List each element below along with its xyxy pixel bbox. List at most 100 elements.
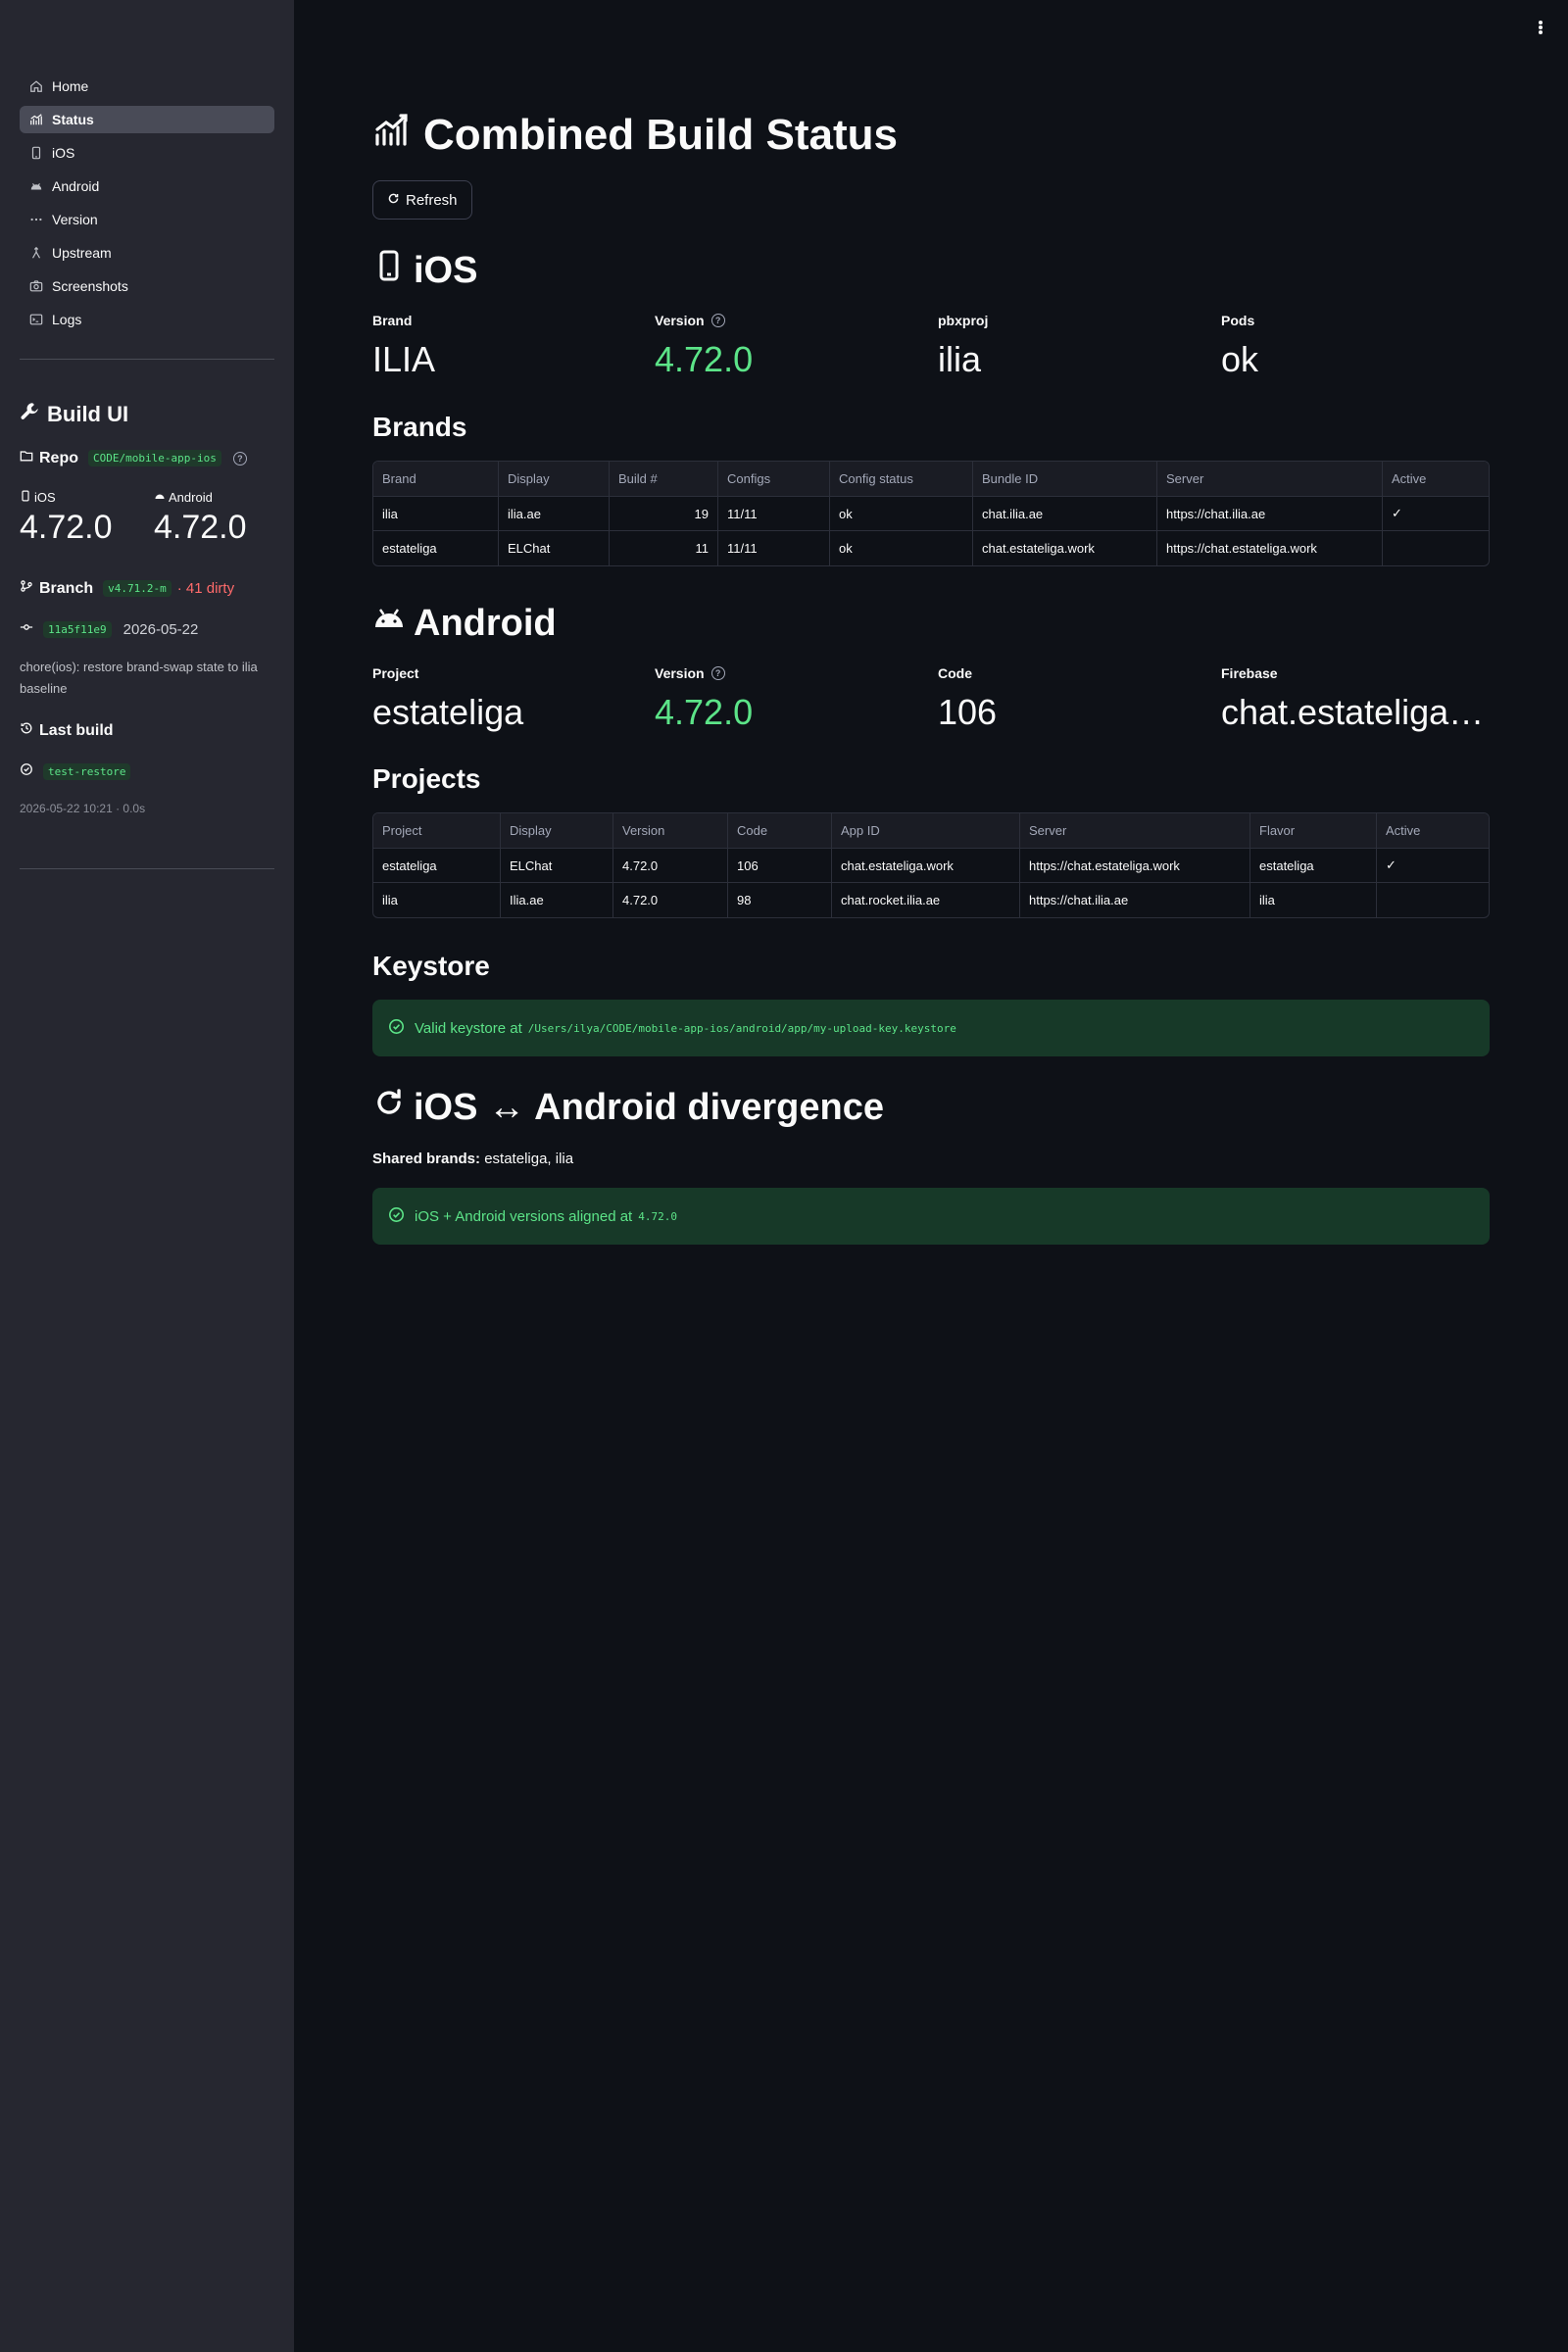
- column-header[interactable]: Flavor: [1250, 813, 1377, 849]
- commit-icon: [20, 620, 39, 639]
- refresh-icon: [387, 192, 406, 209]
- table-cell[interactable]: ilia: [373, 883, 501, 917]
- table-cell[interactable]: ELChat: [499, 531, 610, 565]
- table-cell[interactable]: 11: [610, 531, 718, 565]
- sidebar-item-version[interactable]: Version: [20, 206, 274, 233]
- column-header[interactable]: Configs: [718, 462, 830, 497]
- table-cell[interactable]: [1383, 531, 1489, 565]
- brands-heading: Brands: [372, 412, 467, 442]
- column-header[interactable]: Bundle ID: [973, 462, 1157, 497]
- home-icon: [29, 79, 43, 93]
- table-cell[interactable]: 4.72.0: [613, 883, 728, 917]
- table-cell[interactable]: ✓: [1383, 497, 1489, 531]
- column-header[interactable]: Server: [1157, 462, 1383, 497]
- last-build-name: test-restore: [43, 763, 131, 780]
- refresh-icon: [372, 1086, 414, 1129]
- sidebar-divider: [20, 868, 274, 869]
- main-content: Combined Build Status Refresh iOS Brand …: [294, 0, 1568, 2352]
- table-cell[interactable]: ilia: [373, 497, 499, 531]
- table-cell[interactable]: https://chat.ilia.ae: [1157, 497, 1383, 531]
- main-menu-icon[interactable]: [1533, 18, 1548, 37]
- chart-icon: [29, 113, 43, 126]
- projects-heading: Projects: [372, 763, 481, 794]
- sidebar-item-label: Home: [52, 78, 89, 94]
- table-cell[interactable]: ok: [830, 531, 973, 565]
- android-firebase-metric: Firebase chat.estateliga.work: [1221, 665, 1486, 732]
- help-icon[interactable]: ?: [232, 451, 247, 466]
- table-cell[interactable]: 4.72.0: [613, 849, 728, 883]
- column-header[interactable]: App ID: [832, 813, 1020, 849]
- table-cell[interactable]: https://chat.ilia.ae: [1020, 883, 1250, 917]
- table-cell[interactable]: chat.ilia.ae: [973, 497, 1157, 531]
- table-cell[interactable]: [1377, 883, 1489, 917]
- sidebar-title: Build UI: [20, 402, 128, 427]
- help-icon[interactable]: ?: [710, 666, 725, 680]
- android-version-value: 4.72.0: [154, 509, 247, 546]
- column-header[interactable]: Active: [1377, 813, 1489, 849]
- table-cell[interactable]: https://chat.estateliga.work: [1020, 849, 1250, 883]
- table-cell[interactable]: estateliga: [373, 849, 501, 883]
- android-project-metric: Project estateliga: [372, 665, 524, 732]
- table-cell[interactable]: chat.estateliga.work: [973, 531, 1157, 565]
- table-cell[interactable]: 11/11: [718, 531, 830, 565]
- sidebar-item-label: Upstream: [52, 245, 112, 261]
- help-icon[interactable]: ?: [710, 314, 725, 327]
- column-header[interactable]: Version: [613, 813, 728, 849]
- table-cell[interactable]: Ilia.ae: [501, 883, 613, 917]
- sidebar-item-logs[interactable]: Logs: [20, 306, 274, 333]
- sidebar-item-label: iOS: [52, 145, 75, 161]
- sidebar-item-android[interactable]: Android: [20, 172, 274, 200]
- sidebar-item-status[interactable]: Status: [20, 106, 274, 133]
- table-cell[interactable]: estateliga: [373, 531, 499, 565]
- column-header[interactable]: Display: [501, 813, 613, 849]
- merge-icon: [29, 246, 43, 260]
- table-cell[interactable]: 19: [610, 497, 718, 531]
- sidebar-item-home[interactable]: Home: [20, 73, 274, 100]
- android-code-metric: Code 106: [938, 665, 998, 732]
- sidebar-item-label: Android: [52, 178, 100, 194]
- table-cell[interactable]: 11/11: [718, 497, 830, 531]
- table-cell[interactable]: chat.rocket.ilia.ae: [832, 883, 1020, 917]
- aligned-version: 4.72.0: [638, 1209, 677, 1223]
- table-cell[interactable]: 106: [728, 849, 832, 883]
- table-cell[interactable]: 98: [728, 883, 832, 917]
- column-header[interactable]: Build #: [610, 462, 718, 497]
- column-header[interactable]: Server: [1020, 813, 1250, 849]
- folder-icon: [20, 449, 39, 467]
- table-cell[interactable]: ELChat: [501, 849, 613, 883]
- column-header[interactable]: Project: [373, 813, 501, 849]
- commit-message: chore(ios): restore brand-swap state to …: [20, 660, 258, 696]
- sidebar-item-ios[interactable]: iOS: [20, 139, 274, 167]
- history-icon: [20, 721, 39, 740]
- android-version-metric: Version? 4.72.0: [655, 665, 754, 732]
- table-row[interactable]: estateliga ELChat 4.72.0 106 chat.estate…: [373, 849, 1489, 883]
- keystore-path: /Users/ilya/CODE/mobile-app-ios/android/…: [527, 1021, 956, 1035]
- table-cell[interactable]: ilia: [1250, 883, 1377, 917]
- sidebar-item-screenshots[interactable]: Screenshots: [20, 272, 274, 300]
- table-row[interactable]: ilia Ilia.ae 4.72.0 98 chat.rocket.ilia.…: [373, 883, 1489, 917]
- column-header[interactable]: Brand: [373, 462, 499, 497]
- table-row[interactable]: estateliga ELChat 11 11/11 ok chat.estat…: [373, 531, 1489, 565]
- sidebar-item-label: Status: [52, 112, 94, 127]
- divergence-heading: iOS ↔ Android divergence: [372, 1086, 884, 1129]
- terminal-icon: [29, 313, 43, 326]
- column-header[interactable]: Config status: [830, 462, 973, 497]
- table-row[interactable]: ilia ilia.ae 19 11/11 ok chat.ilia.ae ht…: [373, 497, 1489, 531]
- table-cell[interactable]: ilia.ae: [499, 497, 610, 531]
- column-header[interactable]: Active: [1383, 462, 1489, 497]
- phone-icon: [20, 490, 34, 505]
- table-cell[interactable]: ok: [830, 497, 973, 531]
- table-cell[interactable]: chat.estateliga.work: [832, 849, 1020, 883]
- column-header[interactable]: Code: [728, 813, 832, 849]
- column-header[interactable]: Display: [499, 462, 610, 497]
- refresh-button[interactable]: Refresh: [372, 180, 472, 220]
- sidebar-item-label: Screenshots: [52, 278, 128, 294]
- phone-icon: [29, 146, 43, 160]
- table-cell[interactable]: https://chat.estateliga.work: [1157, 531, 1383, 565]
- table-cell[interactable]: ✓: [1377, 849, 1489, 883]
- phone-icon: [372, 249, 414, 292]
- dirty-count: · 41 dirty: [176, 580, 235, 597]
- table-cell[interactable]: estateliga: [1250, 849, 1377, 883]
- sidebar-item-upstream[interactable]: Upstream: [20, 239, 274, 267]
- commit-date: 2026-05-22: [122, 621, 199, 638]
